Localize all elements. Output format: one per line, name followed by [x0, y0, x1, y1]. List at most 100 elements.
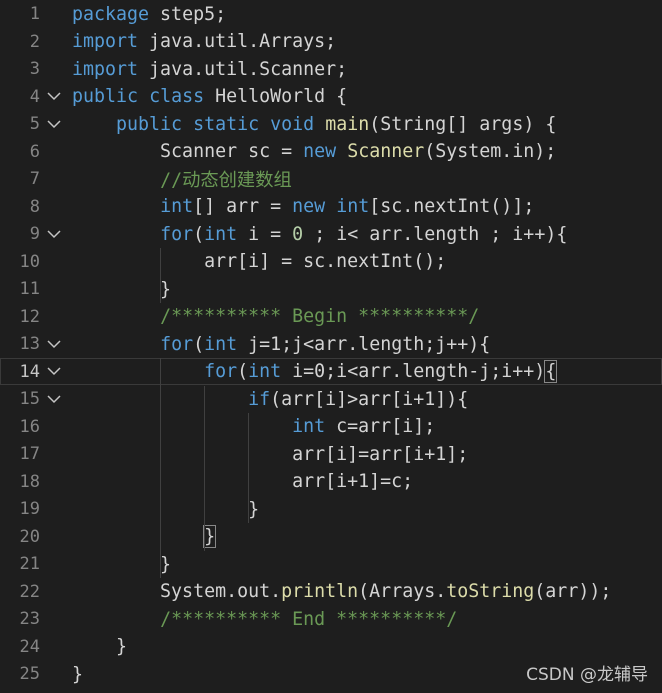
code-text: /********** End **********/ — [72, 609, 457, 630]
code-token: } — [72, 278, 172, 300]
code-text: //动态创建数组 — [72, 166, 292, 192]
line-number: 8 — [29, 196, 40, 217]
line-number: 18 — [19, 471, 40, 492]
code-token: ; i< arr.length ; i++){ — [303, 223, 568, 245]
fold-chevron-down-icon[interactable] — [46, 336, 62, 352]
code-token: arr[i]=arr[i+1]; — [72, 443, 469, 465]
code-text: } — [72, 279, 171, 300]
indent-guide — [204, 385, 205, 551]
code-editor[interactable]: 1 package step5; 2 import java.util.Arrays;… — [0, 0, 662, 693]
code-text: import java.util.Scanner; — [72, 59, 347, 80]
code-token: [] arr = — [193, 196, 293, 217]
code-line[interactable]: 14 for(int i=0;i<arr.length-j;i++){ — [0, 358, 662, 385]
indent-guide — [160, 358, 161, 578]
line-number: 5 — [29, 114, 40, 134]
fold-chevron-down-icon[interactable] — [46, 116, 62, 132]
code-line[interactable]: 11 } — [0, 276, 662, 303]
code-line[interactable]: 4 public class HelloWorld { — [0, 83, 662, 110]
code-line[interactable]: 18 arr[i+1]=c; — [0, 468, 662, 495]
code-line[interactable]: 13 for(int j=1;j<arr.length;j++){ — [0, 331, 662, 358]
line-number: 13 — [19, 334, 40, 354]
fold-chevron-down-icon[interactable] — [46, 88, 62, 104]
code-line[interactable]: 19 } — [0, 496, 662, 523]
code-token: (arr[i]>arr[i+1]){ — [270, 388, 469, 410]
line-number: 23 — [19, 609, 40, 629]
code-token: int — [248, 361, 282, 382]
code-line[interactable]: 22 System.out.println(Arrays.toString(ar… — [0, 578, 662, 605]
code-line[interactable]: 12 /********** Begin **********/ — [0, 303, 662, 330]
code-token: ( — [193, 223, 205, 245]
code-token: System.out. — [72, 581, 282, 602]
code-text: } — [72, 554, 171, 575]
code-text: for(int i=0;i<arr.length-j;i++){ — [72, 360, 558, 383]
code-token: int — [160, 196, 194, 217]
fold-chevron-down-icon[interactable] — [46, 391, 62, 407]
code-line[interactable]: 1 package step5; — [0, 1, 662, 28]
line-number: 17 — [19, 444, 40, 464]
code-token: int — [336, 196, 370, 217]
code-line[interactable]: 8 int[] arr = new int[sc.nextInt()]; — [0, 193, 662, 220]
code-line[interactable]: 9 for(int i = 0 ; i< arr.length ; i++){ — [0, 221, 662, 248]
code-token: if — [248, 388, 271, 410]
line-number: 25 — [19, 664, 40, 684]
code-text: } — [72, 636, 127, 657]
code-token: //动态创建数组 — [160, 170, 292, 191]
code-token: } — [72, 553, 172, 575]
line-number: 22 — [19, 581, 40, 602]
code-token: (String[] args) { — [369, 113, 557, 135]
code-line[interactable]: 17 arr[i]=arr[i+1]; — [0, 441, 662, 468]
code-line[interactable]: 6 Scanner sc = new Scanner(System.in); — [0, 138, 662, 165]
line-number: 4 — [29, 86, 40, 107]
line-number: 10 — [19, 251, 40, 272]
code-token: ( — [193, 333, 205, 355]
code-line[interactable]: 16 int c=arr[i]; — [0, 413, 662, 440]
code-token: (arr)); — [534, 581, 612, 602]
line-number: 12 — [19, 306, 40, 327]
code-token: int — [292, 416, 326, 437]
code-text: package step5; — [72, 4, 226, 25]
code-line[interactable]: 15 if(arr[i]>arr[i+1]){ — [0, 386, 662, 413]
line-number: 3 — [29, 59, 40, 79]
code-token: [sc.nextInt()]; — [369, 196, 535, 217]
code-line[interactable]: 3 import java.util.Scanner; — [0, 56, 662, 83]
indent-guide — [248, 413, 249, 523]
code-line[interactable]: 23 /********** End **********/ — [0, 606, 662, 633]
code-token: import — [72, 31, 139, 52]
code-line[interactable]: 21 } — [0, 551, 662, 578]
code-line[interactable]: 2 import java.util.Arrays; — [0, 28, 662, 55]
code-text: for(int i = 0 ; i< arr.length ; i++){ — [72, 224, 567, 245]
code-token: } — [72, 663, 84, 685]
code-text: arr[i] = sc.nextInt(); — [72, 251, 446, 272]
code-token: } — [72, 636, 128, 657]
watermark: CSDN @龙辅导 — [526, 665, 648, 685]
code-token: static — [193, 113, 260, 135]
code-text: arr[i+1]=c; — [72, 471, 413, 492]
code-token: int — [204, 333, 238, 355]
line-number: 11 — [19, 279, 40, 299]
code-line[interactable]: 5 public static void main(String[] args)… — [0, 111, 662, 138]
fold-chevron-down-icon[interactable] — [46, 363, 62, 379]
code-text: } — [72, 499, 259, 520]
code-token: Scanner sc = — [72, 141, 304, 162]
code-token: (Arrays. — [358, 581, 447, 602]
code-text: int[] arr = new int[sc.nextInt()]; — [72, 196, 534, 217]
indent-guide — [160, 248, 161, 303]
code-text: } — [72, 664, 83, 685]
code-line[interactable]: 10 arr[i] = sc.nextInt(); — [0, 248, 662, 275]
code-line[interactable]: 7 //动态创建数组 — [0, 166, 662, 193]
code-text: } — [72, 525, 217, 548]
code-token: println — [281, 581, 359, 602]
code-token: Scanner — [347, 141, 425, 162]
code-line[interactable]: 20 } — [0, 523, 662, 550]
fold-chevron-down-icon[interactable] — [46, 226, 62, 242]
code-line[interactable]: 24 } — [0, 633, 662, 660]
line-number: 15 — [19, 389, 40, 409]
code-token: java.util.Scanner; — [138, 58, 348, 80]
